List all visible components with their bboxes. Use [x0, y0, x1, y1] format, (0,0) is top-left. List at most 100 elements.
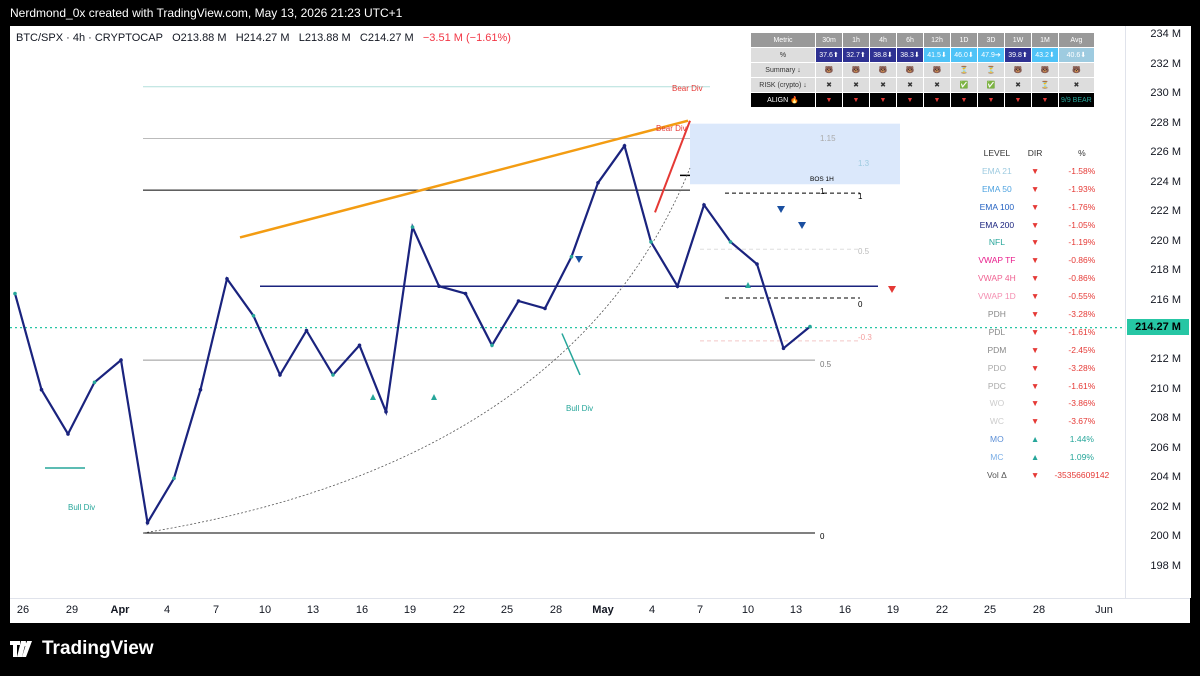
metric-cell: 🐻 — [1031, 62, 1059, 78]
metric-cell: ▼ — [950, 92, 978, 108]
level-pct: -1.61% — [1068, 326, 1096, 337]
metric-table: Metric 30m 1h 4h 6h 12h 1D 3D 1W 1M Avg% 37.6⬆ 32.7⬆… — [750, 32, 1095, 108]
chart-panel[interactable]: Bear Div Bear Div Bull Div Bull Div BOS 1H 1.… — [10, 26, 1125, 598]
level-pct: -0.86% — [1068, 255, 1096, 266]
metric-cell: ▼ — [869, 92, 897, 108]
metric-cell: 47.9➔ — [977, 47, 1005, 63]
high-value: 214.27 M — [243, 32, 290, 44]
metric-header-cell: 12h — [923, 32, 951, 48]
level-dir: ▼ — [1030, 291, 1040, 302]
time-tick-label: 28 — [1032, 604, 1046, 616]
level-dir: ▲ — [1030, 434, 1040, 445]
level-name: VWAP 1D — [978, 291, 1016, 302]
metric-cell: ⏳ — [977, 62, 1005, 78]
level-dir: ▲ — [1030, 452, 1040, 463]
price-point — [225, 277, 229, 281]
level-name: WO — [989, 398, 1005, 409]
price-tick-label: 226 M — [1150, 146, 1181, 159]
down-marker — [798, 222, 806, 229]
metric-header-cell: 1M — [1031, 32, 1059, 48]
metric-header-cell: Metric — [750, 32, 816, 48]
metric-row: Summary ↓ 🐻 🐻 🐻 🐻 🐻 ⏳ ⏳ 🐻 🐻 🐻 — [750, 62, 1095, 78]
metric-cell: 🐻 — [842, 62, 870, 78]
price-tick-label: 218 M — [1150, 264, 1181, 277]
change-value: −3.51 M (−1.61%) — [422, 32, 511, 44]
price-point — [410, 225, 415, 229]
level-row: MO ▲ 1.44% — [972, 430, 1115, 448]
price-point — [92, 380, 97, 385]
symbol-name[interactable]: BTC/SPX · 4h · CRYPTOCAP — [16, 32, 163, 44]
fib-label: 0.5 — [858, 247, 870, 256]
level-dir: ▼ — [1030, 308, 1040, 319]
price-tick-label: 212 M — [1150, 353, 1181, 366]
metric-row: ALIGN 🔥 ▼ ▼ ▼ ▼ ▼ ▼ ▼ ▼ ▼ 9/9 BEAR — [750, 92, 1095, 108]
level-name: PDO — [987, 362, 1007, 373]
level-row: MC ▲ 1.09% — [972, 448, 1115, 466]
metric-cell: 🐻 — [896, 62, 924, 78]
metric-row: RISK (crypto) ↓ ✖ ✖ ✖ ✖ ✖ ✅ ✅ ✖ ⏳ ✖ — [750, 77, 1095, 93]
metric-cell: ✖ — [923, 77, 951, 93]
metric-cell: 🐻 — [1058, 62, 1095, 78]
price-chart[interactable]: Bear Div Bear Div Bull Div Bull Div BOS 1H 1.… — [10, 26, 1125, 598]
price-point — [13, 291, 17, 296]
level-row: Vol Δ ▼ -35356609142 — [972, 466, 1115, 484]
fib-label: 1.15 — [820, 134, 836, 143]
level-pct: -0.86% — [1068, 273, 1096, 284]
level-row: EMA 21 ▼ -1.58% — [972, 162, 1115, 180]
metric-cell: 🐻 — [815, 62, 843, 78]
metric-cell: ▼ — [896, 92, 924, 108]
level-name: WC — [989, 416, 1004, 427]
time-tick-label: Jun — [1095, 604, 1113, 616]
level-name: PDC — [987, 380, 1006, 391]
chart-window: Nerdmond_0x created with TradingView.com… — [0, 0, 1200, 676]
level-name: NFL — [988, 237, 1005, 248]
price-point — [119, 358, 123, 362]
level-name: EMA 50 — [982, 183, 1012, 194]
level-pct: -1.58% — [1068, 165, 1096, 176]
time-tick-label: 7 — [212, 604, 220, 616]
level-dir: ▼ — [1030, 237, 1040, 248]
level-row: VWAP TF ▼ -0.86% — [972, 251, 1115, 269]
time-axis[interactable]: 26 29 Apr 4 7 10 13 16 19 22 25 28 May 4 7 10 13 16 19 22 25… — [10, 598, 1190, 623]
price-point — [649, 240, 653, 244]
price-point — [702, 203, 706, 207]
metric-cell: 🐻 — [923, 62, 951, 78]
level-dir: ▼ — [1030, 362, 1040, 373]
time-tick-label: 13 — [306, 604, 320, 616]
level-pct: 1.44% — [1069, 434, 1094, 445]
price-point — [622, 144, 627, 148]
metric-cell: 38.3⬇ — [896, 47, 924, 63]
metric-header-cell: 4h — [869, 32, 897, 48]
level-row: PDO ▼ -3.28% — [972, 359, 1115, 377]
fib-label: 0 — [820, 532, 825, 541]
price-point — [357, 343, 362, 348]
price-tick-label: 202 M — [1150, 500, 1181, 513]
down-marker — [575, 256, 583, 263]
level-header-cell: DIR — [1027, 147, 1043, 158]
current-price-tag: 214.27 M — [1127, 318, 1189, 335]
level-row: EMA 200 ▼ -1.05% — [972, 216, 1115, 234]
price-tick-label: 222 M — [1150, 205, 1181, 218]
up-marker — [370, 394, 376, 400]
metric-header-cell: 1D — [950, 32, 978, 48]
time-tick-label: 22 — [935, 604, 949, 616]
level-dir: ▼ — [1030, 469, 1040, 480]
credit-text: Nerdmond_0x created with TradingView.com… — [10, 6, 403, 20]
price-point — [728, 240, 733, 244]
price-tick-label: 200 M — [1150, 530, 1181, 543]
level-pct: -1.93% — [1068, 183, 1096, 194]
metric-header-cell: 1h — [842, 32, 870, 48]
price-point — [516, 299, 521, 303]
level-header-cell: % — [1078, 147, 1086, 158]
time-tick-label: 16 — [838, 604, 852, 616]
level-name: PDM — [987, 344, 1007, 355]
level-header-cell: LEVEL — [983, 147, 1011, 158]
level-pct: -3.86% — [1068, 398, 1096, 409]
tradingview-logo-text: TradingView — [42, 638, 154, 659]
symbol-legend: BTC/SPX · 4h · CRYPTOCAP O213.88 M H214.… — [16, 32, 511, 44]
metric-cell: 41.5⬇ — [923, 47, 951, 63]
price-axis[interactable]: 234 M 232 M 230 M 228 M 226 M 224 M 222 M 220 M… — [1125, 26, 1191, 598]
price-tick-label: 228 M — [1150, 116, 1181, 129]
metric-header-cell: 1W — [1004, 32, 1032, 48]
price-tick-label: 198 M — [1150, 560, 1181, 572]
